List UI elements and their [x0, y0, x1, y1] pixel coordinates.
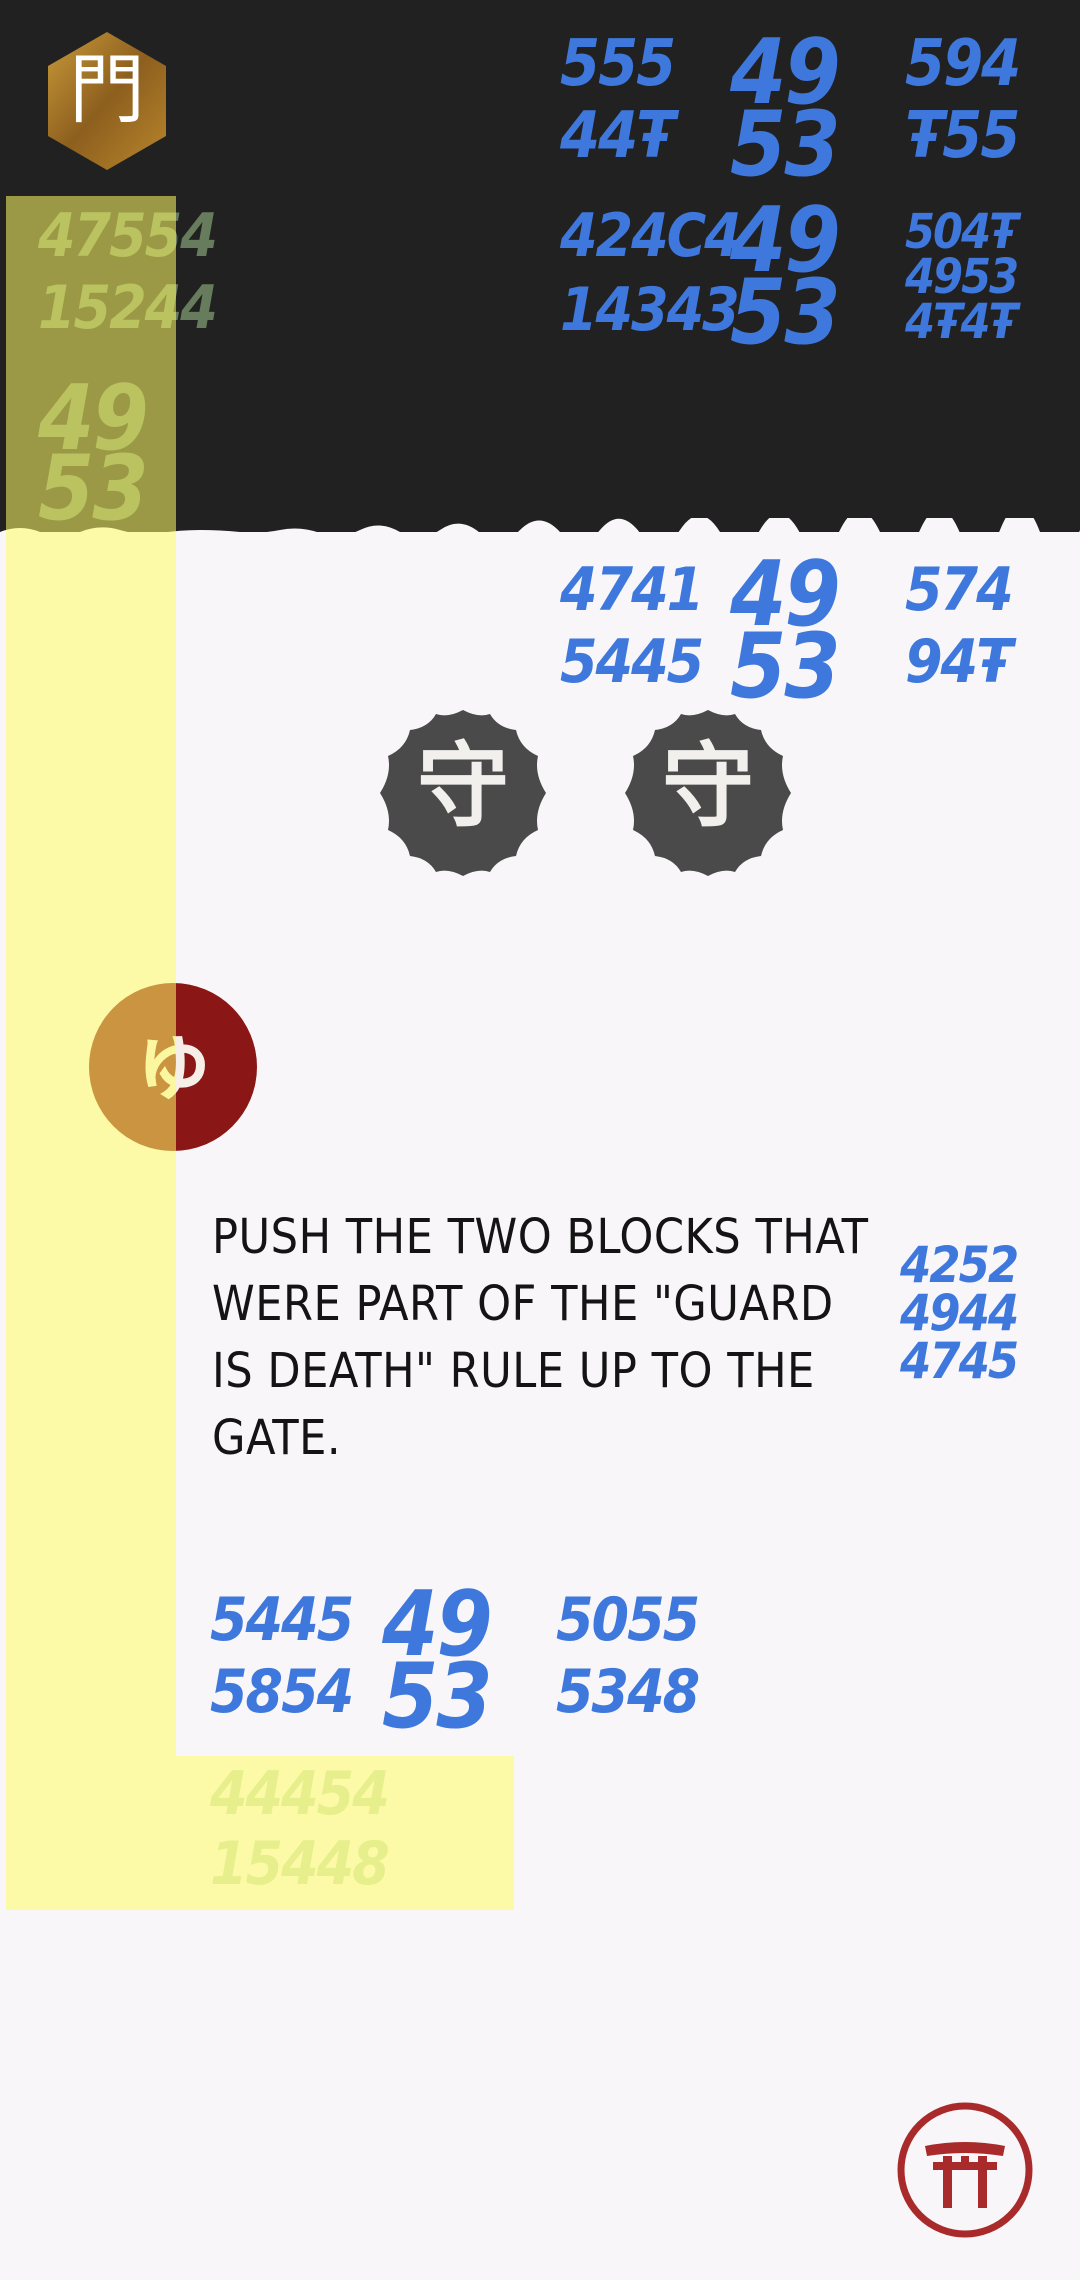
glyph-row4-f: 5348 [556, 1657, 700, 1727]
death-block[interactable]: ゅ [88, 982, 258, 1152]
gate-kanji: 門 [69, 45, 145, 134]
faded-glyph-a: 47554 [38, 201, 218, 271]
glyph-row3-d: 53 [730, 614, 841, 719]
guard-kanji-1: 守 [416, 732, 509, 840]
glyph-row4-d: 53 [382, 1644, 493, 1749]
game-screen: 門 555 44Ŧ 49 53 594 Ŧ55 424C4 14343 49 5… [0, 0, 1080, 2280]
glyph-row3-b: 5445 [560, 627, 704, 697]
glyph-row1-b: 44Ŧ [560, 99, 675, 173]
glyph-row4-b: 5854 [210, 1657, 354, 1727]
glyph-row4-a: 5445 [210, 1585, 354, 1655]
glyph-row2-g: 4Ŧ4Ŧ [905, 294, 1018, 350]
glyph-row1-d: 53 [730, 92, 841, 197]
glyph-row3-e: 574 [905, 555, 1014, 625]
glyph-row4-e: 5055 [556, 1585, 700, 1655]
side-glyph-a: 4252 [900, 1236, 1019, 1294]
gate-level-icon[interactable]: 門 [44, 30, 170, 172]
glyph-row2-b: 14343 [560, 275, 740, 345]
torii-gate-button[interactable] [895, 2100, 1035, 2240]
glyph-row1-f: Ŧ55 [905, 99, 1020, 173]
glyph-row3-f: 94Ŧ [905, 627, 1013, 697]
guard-block-1[interactable]: 守 [378, 708, 548, 878]
torii-gate-icon [897, 2102, 1033, 2238]
faded-glyph-e: 44454 [210, 1759, 390, 1829]
guard-block-2[interactable]: 守 [623, 708, 793, 878]
torn-paper-edge [0, 518, 1080, 542]
side-glyph-b: 4944 [900, 1284, 1019, 1342]
instruction-text: PUSH THE TWO BLOCKS THAT WERE PART OF TH… [212, 1209, 869, 1466]
side-glyph-c: 4745 [900, 1332, 1019, 1390]
glyph-row2-a: 424C4 [560, 201, 742, 271]
faded-glyph-f: 15448 [210, 1829, 390, 1899]
glyph-row2-d: 53 [730, 260, 841, 365]
glyph-row3-a: 4741 [560, 555, 704, 625]
death-kanji: ゅ [130, 1011, 216, 1111]
faded-glyph-b: 15244 [38, 273, 218, 343]
glyph-row1-e: 594 [905, 27, 1021, 101]
guard-kanji-2: 守 [661, 732, 754, 840]
glyph-row1-a: 555 [560, 27, 676, 101]
faded-glyph-d: 53 [38, 436, 149, 541]
